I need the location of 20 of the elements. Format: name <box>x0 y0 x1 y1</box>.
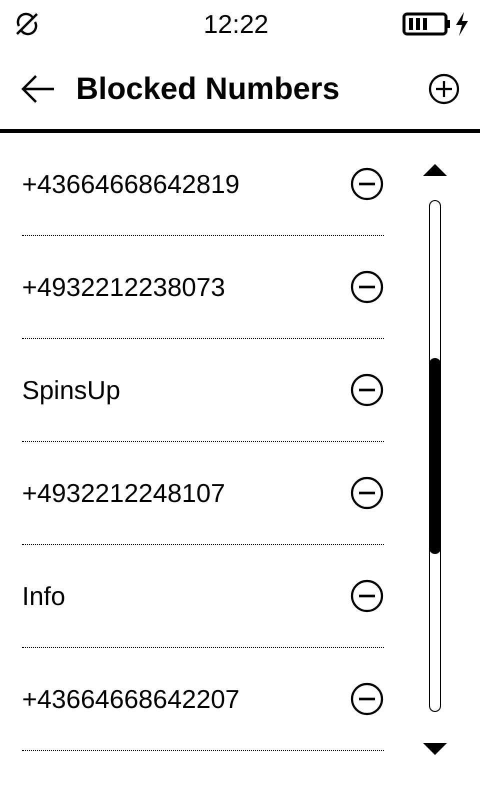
blocked-number[interactable]: +4932212238073 <box>22 272 226 302</box>
blocked-number[interactable]: SpinsUp <box>22 374 120 406</box>
blocked-number[interactable]: +43664668642207 <box>22 684 240 714</box>
remove-icon[interactable] <box>350 579 384 613</box>
blocked-number[interactable]: Info <box>22 580 66 612</box>
sync-off-icon <box>14 11 40 37</box>
status-time: 12:22 <box>203 8 269 40</box>
page-title: Blocked Numbers <box>76 70 341 106</box>
remove-icon[interactable] <box>350 373 384 407</box>
scroll-up-icon[interactable] <box>422 163 448 177</box>
scroll-down-icon[interactable] <box>422 742 448 756</box>
remove-icon[interactable] <box>350 682 384 716</box>
remove-icon[interactable] <box>350 476 384 510</box>
blocked-number[interactable]: +4932212248107 <box>22 478 226 508</box>
remove-icon[interactable] <box>350 270 384 304</box>
back-arrow-icon[interactable] <box>20 74 56 104</box>
remove-icon[interactable] <box>350 167 384 201</box>
blocked-number[interactable]: +43664668642819 <box>22 168 240 200</box>
scrollbar[interactable] <box>429 200 441 712</box>
add-icon[interactable] <box>428 72 460 104</box>
